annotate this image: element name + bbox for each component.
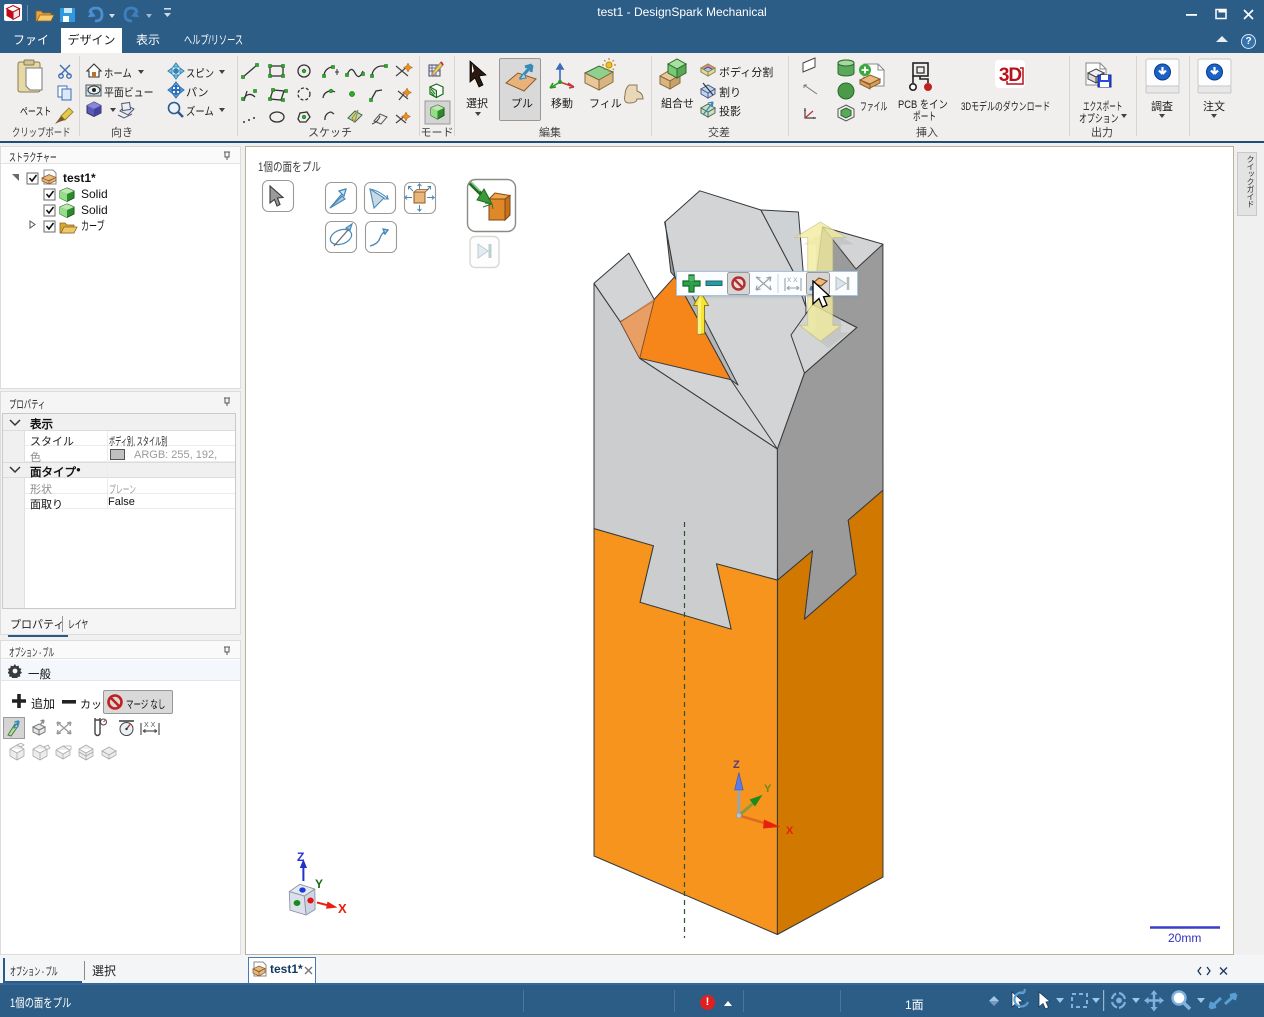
svg-text:X: X — [786, 825, 794, 837]
svg-text:Z: Z — [297, 850, 304, 864]
svg-text:test1*: test1* — [63, 171, 96, 185]
svg-text:X X: X X — [787, 277, 798, 284]
svg-text:Y: Y — [315, 877, 323, 891]
svg-text:Y: Y — [764, 783, 772, 795]
svg-text:20mm: 20mm — [1168, 931, 1201, 945]
svg-text:X: X — [338, 901, 347, 916]
svg-text:3D: 3D — [999, 65, 1022, 86]
svg-text:カーブ: カーブ — [81, 218, 105, 233]
svg-text:Solid: Solid — [81, 187, 108, 201]
svg-text:Z: Z — [733, 759, 740, 771]
svg-text:Solid: Solid — [81, 203, 108, 217]
svg-text:X X: X X — [144, 722, 156, 729]
